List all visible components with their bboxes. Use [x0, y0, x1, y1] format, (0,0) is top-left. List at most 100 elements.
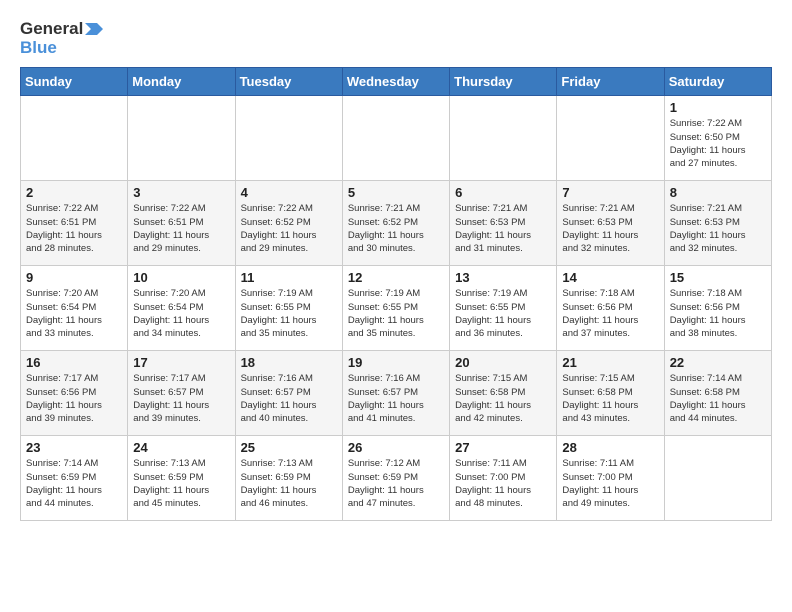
- calendar-cell: [664, 436, 771, 521]
- day-info: Sunrise: 7:21 AM Sunset: 6:53 PM Dayligh…: [562, 202, 658, 255]
- calendar-cell: [21, 96, 128, 181]
- logo-arrow-icon: [85, 21, 103, 37]
- calendar-cell: 24 Sunrise: 7:13 AM Sunset: 6:59 PM Dayli…: [128, 436, 235, 521]
- calendar-cell: 3Sunrise: 7:22 AM Sunset: 6:51 PM Daylig…: [128, 181, 235, 266]
- calendar-cell: 15 Sunrise: 7:18 AM Sunset: 6:56 PM Dayli…: [664, 266, 771, 351]
- logo-general-text: General: [20, 20, 83, 39]
- calendar-cell: 28Sunrise: 7:11 AM Sunset: 7:00 PM Dayli…: [557, 436, 664, 521]
- day-number: 12: [348, 270, 444, 285]
- day-info: Sunrise: 7:12 AM Sunset: 6:59 PM Dayligh…: [348, 457, 444, 510]
- day-info: Sunrise: 7:17 AM Sunset: 6:57 PM Dayligh…: [133, 372, 229, 425]
- day-info: Sunrise: 7:22 AM Sunset: 6:51 PM Dayligh…: [133, 202, 229, 255]
- calendar-cell: 4 Sunrise: 7:22 AM Sunset: 6:52 PM Daylig…: [235, 181, 342, 266]
- day-number: 5: [348, 185, 444, 200]
- calendar-cell: 18 Sunrise: 7:16 AM Sunset: 6:57 PM Dayli…: [235, 351, 342, 436]
- day-info: Sunrise: 7:14 AM Sunset: 6:58 PM Dayligh…: [670, 372, 766, 425]
- day-number: 21: [562, 355, 658, 370]
- col-header-saturday: Saturday: [664, 68, 771, 96]
- calendar-cell: 10 Sunrise: 7:20 AM Sunset: 6:54 PM Dayli…: [128, 266, 235, 351]
- day-number: 11: [241, 270, 337, 285]
- day-number: 27: [455, 440, 551, 455]
- day-info: Sunrise: 7:21 AM Sunset: 6:53 PM Dayligh…: [670, 202, 766, 255]
- day-info: Sunrise: 7:11 AM Sunset: 7:00 PM Dayligh…: [562, 457, 658, 510]
- calendar-cell: 16 Sunrise: 7:17 AM Sunset: 6:56 PM Dayli…: [21, 351, 128, 436]
- day-info: Sunrise: 7:19 AM Sunset: 6:55 PM Dayligh…: [348, 287, 444, 340]
- day-info: Sunrise: 7:15 AM Sunset: 6:58 PM Dayligh…: [562, 372, 658, 425]
- col-header-monday: Monday: [128, 68, 235, 96]
- day-number: 2: [26, 185, 122, 200]
- day-info: Sunrise: 7:18 AM Sunset: 6:56 PM Dayligh…: [670, 287, 766, 340]
- calendar-cell: 9 Sunrise: 7:20 AM Sunset: 6:54 PM Daylig…: [21, 266, 128, 351]
- calendar-cell: 17 Sunrise: 7:17 AM Sunset: 6:57 PM Dayli…: [128, 351, 235, 436]
- calendar-header-row: SundayMondayTuesdayWednesdayThursdayFrid…: [21, 68, 772, 96]
- day-info: Sunrise: 7:17 AM Sunset: 6:56 PM Dayligh…: [26, 372, 122, 425]
- day-number: 18: [241, 355, 337, 370]
- day-info: Sunrise: 7:16 AM Sunset: 6:57 PM Dayligh…: [348, 372, 444, 425]
- day-number: 26: [348, 440, 444, 455]
- day-info: Sunrise: 7:22 AM Sunset: 6:51 PM Dayligh…: [26, 202, 122, 255]
- day-number: 23: [26, 440, 122, 455]
- calendar-cell: 8 Sunrise: 7:21 AM Sunset: 6:53 PM Daylig…: [664, 181, 771, 266]
- calendar-cell: 22 Sunrise: 7:14 AM Sunset: 6:58 PM Dayli…: [664, 351, 771, 436]
- calendar-week-2: 2 Sunrise: 7:22 AM Sunset: 6:51 PM Daylig…: [21, 181, 772, 266]
- day-number: 24: [133, 440, 229, 455]
- calendar-cell: 6 Sunrise: 7:21 AM Sunset: 6:53 PM Daylig…: [450, 181, 557, 266]
- day-number: 10: [133, 270, 229, 285]
- calendar-cell: 20 Sunrise: 7:15 AM Sunset: 6:58 PM Dayli…: [450, 351, 557, 436]
- calendar-table: SundayMondayTuesdayWednesdayThursdayFrid…: [20, 67, 772, 521]
- logo: General Blue: [20, 20, 103, 57]
- day-info: Sunrise: 7:14 AM Sunset: 6:59 PM Dayligh…: [26, 457, 122, 510]
- day-number: 15: [670, 270, 766, 285]
- day-number: 16: [26, 355, 122, 370]
- calendar-cell: 13Sunrise: 7:19 AM Sunset: 6:55 PM Dayli…: [450, 266, 557, 351]
- day-info: Sunrise: 7:18 AM Sunset: 6:56 PM Dayligh…: [562, 287, 658, 340]
- calendar-week-1: 1 Sunrise: 7:22 AM Sunset: 6:50 PM Daylig…: [21, 96, 772, 181]
- calendar-week-5: 23 Sunrise: 7:14 AM Sunset: 6:59 PM Dayli…: [21, 436, 772, 521]
- day-number: 17: [133, 355, 229, 370]
- calendar-cell: 23 Sunrise: 7:14 AM Sunset: 6:59 PM Dayli…: [21, 436, 128, 521]
- calendar-cell: [128, 96, 235, 181]
- day-number: 19: [348, 355, 444, 370]
- day-number: 25: [241, 440, 337, 455]
- calendar-cell: 12 Sunrise: 7:19 AM Sunset: 6:55 PM Dayli…: [342, 266, 449, 351]
- day-number: 1: [670, 100, 766, 115]
- day-info: Sunrise: 7:20 AM Sunset: 6:54 PM Dayligh…: [133, 287, 229, 340]
- day-number: 8: [670, 185, 766, 200]
- calendar-cell: 7 Sunrise: 7:21 AM Sunset: 6:53 PM Daylig…: [557, 181, 664, 266]
- col-header-thursday: Thursday: [450, 68, 557, 96]
- calendar-cell: 21 Sunrise: 7:15 AM Sunset: 6:58 PM Dayli…: [557, 351, 664, 436]
- day-number: 14: [562, 270, 658, 285]
- day-info: Sunrise: 7:21 AM Sunset: 6:52 PM Dayligh…: [348, 202, 444, 255]
- calendar-cell: 26 Sunrise: 7:12 AM Sunset: 6:59 PM Dayli…: [342, 436, 449, 521]
- page-header: General Blue: [20, 20, 772, 57]
- day-info: Sunrise: 7:19 AM Sunset: 6:55 PM Dayligh…: [241, 287, 337, 340]
- calendar-cell: 5 Sunrise: 7:21 AM Sunset: 6:52 PM Daylig…: [342, 181, 449, 266]
- day-number: 6: [455, 185, 551, 200]
- col-header-wednesday: Wednesday: [342, 68, 449, 96]
- calendar-cell: 2 Sunrise: 7:22 AM Sunset: 6:51 PM Daylig…: [21, 181, 128, 266]
- day-number: 13: [455, 270, 551, 285]
- day-number: 7: [562, 185, 658, 200]
- calendar-cell: 1 Sunrise: 7:22 AM Sunset: 6:50 PM Daylig…: [664, 96, 771, 181]
- day-info: Sunrise: 7:22 AM Sunset: 6:52 PM Dayligh…: [241, 202, 337, 255]
- day-info: Sunrise: 7:20 AM Sunset: 6:54 PM Dayligh…: [26, 287, 122, 340]
- day-info: Sunrise: 7:15 AM Sunset: 6:58 PM Dayligh…: [455, 372, 551, 425]
- calendar-week-3: 9 Sunrise: 7:20 AM Sunset: 6:54 PM Daylig…: [21, 266, 772, 351]
- calendar-cell: 11 Sunrise: 7:19 AM Sunset: 6:55 PM Dayli…: [235, 266, 342, 351]
- day-number: 9: [26, 270, 122, 285]
- day-info: Sunrise: 7:13 AM Sunset: 6:59 PM Dayligh…: [133, 457, 229, 510]
- calendar-cell: 14 Sunrise: 7:18 AM Sunset: 6:56 PM Dayli…: [557, 266, 664, 351]
- col-header-sunday: Sunday: [21, 68, 128, 96]
- day-info: Sunrise: 7:21 AM Sunset: 6:53 PM Dayligh…: [455, 202, 551, 255]
- calendar-cell: 27Sunrise: 7:11 AM Sunset: 7:00 PM Dayli…: [450, 436, 557, 521]
- day-info: Sunrise: 7:22 AM Sunset: 6:50 PM Dayligh…: [670, 117, 766, 170]
- day-info: Sunrise: 7:16 AM Sunset: 6:57 PM Dayligh…: [241, 372, 337, 425]
- calendar-week-4: 16 Sunrise: 7:17 AM Sunset: 6:56 PM Dayli…: [21, 351, 772, 436]
- calendar-cell: 25 Sunrise: 7:13 AM Sunset: 6:59 PM Dayli…: [235, 436, 342, 521]
- day-number: 20: [455, 355, 551, 370]
- day-info: Sunrise: 7:13 AM Sunset: 6:59 PM Dayligh…: [241, 457, 337, 510]
- day-number: 22: [670, 355, 766, 370]
- calendar-cell: 19 Sunrise: 7:16 AM Sunset: 6:57 PM Dayli…: [342, 351, 449, 436]
- calendar-cell: [235, 96, 342, 181]
- day-number: 4: [241, 185, 337, 200]
